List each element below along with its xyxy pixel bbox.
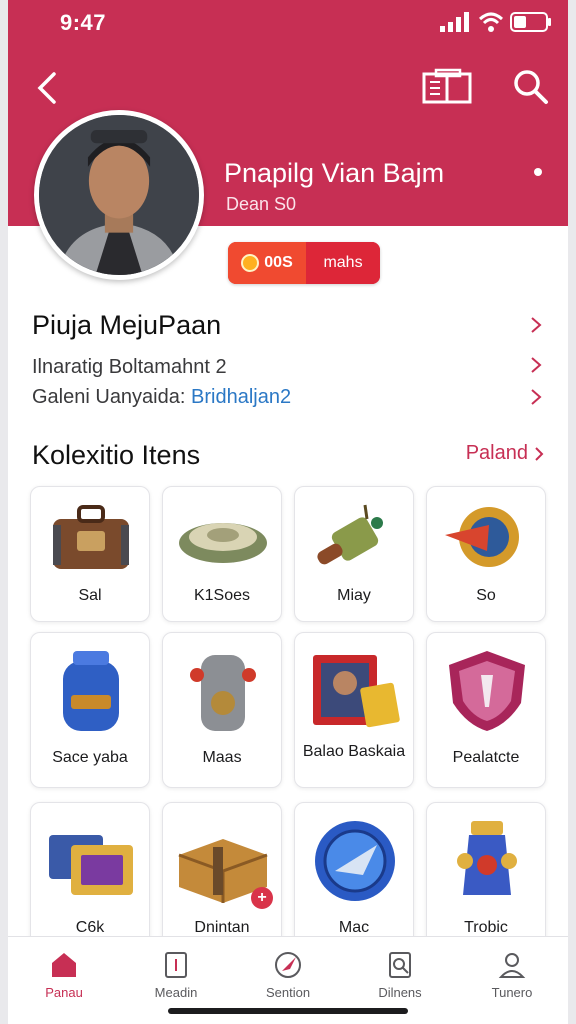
tab-label: Dilnens — [378, 985, 422, 1000]
item-label: Balao Baskaia — [302, 743, 406, 760]
item-label: Mac — [338, 919, 370, 936]
back-chevron-icon[interactable] — [32, 68, 62, 108]
collection-item[interactable]: Sace yaba — [30, 632, 150, 788]
badge-left-label: 00S — [264, 254, 293, 271]
item-label: K1Soes — [193, 587, 251, 604]
chevron-right-icon — [535, 446, 544, 461]
collection-item[interactable]: + Dnintan — [162, 802, 282, 958]
profile-subtitle: Dean S0 — [226, 194, 297, 214]
home-icon — [52, 953, 76, 977]
trophy-vase-icon — [457, 821, 517, 895]
collection-title: Kolexitio Itens — [32, 440, 201, 470]
item-label: Sace yaba — [52, 749, 128, 766]
collection-item[interactable]: So — [426, 486, 546, 622]
tab-label: Panau — [45, 985, 83, 1000]
avatar[interactable] — [34, 110, 204, 280]
disc-artifact-icon — [179, 523, 267, 563]
chevron-right-icon[interactable] — [530, 356, 542, 374]
info-row-2[interactable]: Galeni Uanyaida: Bridhaljan2 — [32, 386, 291, 409]
book-icon[interactable] — [422, 68, 474, 106]
avatar-portrait-icon — [39, 115, 199, 275]
search-icon[interactable] — [510, 66, 550, 106]
collection-item[interactable]: Balao Baskaia — [294, 632, 414, 788]
signal-icon — [440, 12, 469, 32]
info-row-1-text: Ilnaratig Boltamahnt 2 — [32, 356, 227, 378]
status-bar: 9:47 — [8, 0, 568, 44]
winged-emblem-icon — [445, 507, 519, 567]
add-badge-icon[interactable]: + — [251, 887, 273, 909]
item-label: Sal — [78, 587, 102, 604]
item-label: Trobic — [464, 919, 508, 936]
search-doc-icon — [389, 952, 411, 978]
profile-icon — [498, 953, 526, 978]
collection-item[interactable]: Maas — [162, 632, 282, 788]
status-badge[interactable]: 00S mahs — [228, 242, 380, 284]
collection-item[interactable]: Trobic — [426, 802, 546, 958]
collection-item[interactable]: K1Soes — [162, 486, 282, 622]
item-label: Pealatcte — [452, 749, 520, 766]
tab-label: Tunero — [491, 985, 533, 1000]
scroll-rod-icon — [317, 504, 383, 565]
info-row-2-link[interactable]: Bridhaljan2 — [191, 386, 291, 408]
item-label: So — [476, 587, 496, 604]
info-row-1[interactable]: Ilnaratig Boltamahnt 2 — [32, 356, 227, 379]
home-indicator — [168, 1008, 408, 1014]
badge-right-label: mahs — [306, 242, 380, 284]
collection-item[interactable]: C6k — [30, 802, 150, 958]
chevron-right-icon[interactable] — [530, 388, 542, 406]
wifi-icon — [478, 12, 504, 32]
battery-icon — [510, 12, 551, 32]
tab-label: Sention — [265, 985, 311, 1000]
item-label: Maas — [202, 749, 242, 766]
info-row-2-label: Galeni Uanyaida: — [32, 386, 186, 408]
collection-item[interactable]: Sal — [30, 486, 150, 622]
badge-points: 00S — [228, 242, 306, 284]
item-label: Miay — [337, 587, 371, 604]
card-pack-icon — [49, 835, 133, 895]
item-label: C6k — [75, 919, 105, 936]
chevron-right-icon[interactable] — [530, 316, 542, 334]
item-label: Dnintan — [194, 919, 250, 936]
blue-medal-icon — [315, 821, 395, 901]
portrait-card-icon — [313, 655, 400, 728]
coin-icon — [241, 254, 260, 272]
app-screen: 9:47 Pnapilg Vian Bajm Dean S0 00S mahs … — [8, 0, 568, 1024]
collection-item[interactable]: Mac — [294, 802, 414, 958]
more-dot-icon[interactable] — [534, 168, 542, 176]
armor-icon — [190, 655, 256, 731]
tab-label: Meadin — [154, 985, 198, 1000]
suitcase-icon — [53, 505, 129, 569]
document-icon — [165, 952, 187, 978]
status-time: 9:47 — [60, 10, 107, 35]
profile-name: Pnapilg Vian Bajm — [224, 158, 445, 188]
collection-item[interactable]: Miay — [294, 486, 414, 622]
blue-jar-icon — [63, 651, 119, 731]
compass-icon — [275, 952, 301, 978]
collection-see-all[interactable]: Paland — [466, 442, 544, 465]
shield-crest-icon — [449, 651, 525, 731]
info-heading: Piuja MejuPaan — [32, 310, 222, 340]
collection-link-label: Paland — [465, 442, 528, 464]
tab-home[interactable]: Panau — [8, 937, 120, 1024]
collection-item[interactable]: Pealatcte — [426, 632, 546, 788]
tab-profile[interactable]: Tunero — [456, 937, 568, 1024]
